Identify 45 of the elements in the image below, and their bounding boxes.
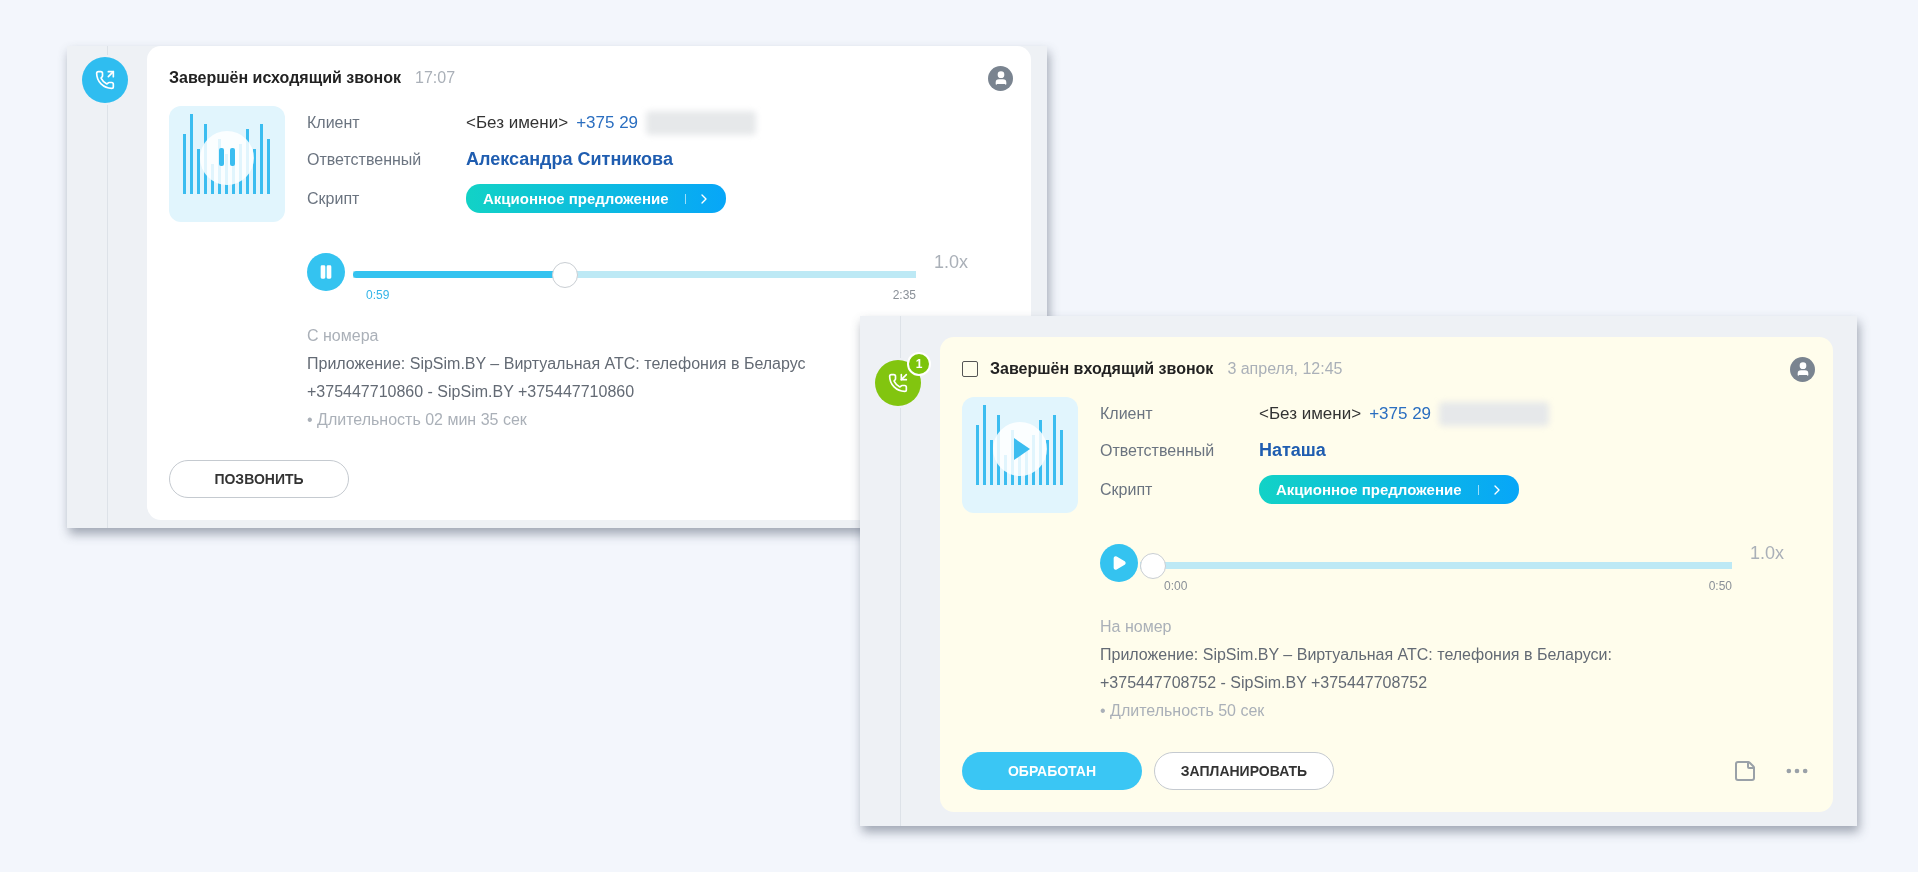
total-time: 2:35	[892, 288, 916, 302]
current-time: 0:00	[1164, 579, 1188, 593]
slider-thumb[interactable]	[551, 262, 578, 288]
audio-thumbnail[interactable]	[169, 106, 285, 222]
field-label: Клиент	[307, 113, 361, 133]
info-label: На номер	[1100, 617, 1173, 637]
info-label: С номера	[307, 326, 380, 346]
field-label: Ответственный	[307, 150, 423, 170]
field-label: Скрипт	[307, 189, 361, 209]
field-label: Скрипт	[1100, 480, 1154, 500]
call-title: Завершён исходящий звонок	[169, 69, 402, 87]
call-time: 17:07	[415, 69, 456, 87]
phone-icon	[888, 373, 908, 393]
phone-link[interactable]: +375 29	[576, 112, 639, 133]
responsible-link[interactable]: Александра Ситникова	[466, 149, 1009, 170]
slider-thumb[interactable]	[1140, 553, 1166, 579]
info-text: +375447710860 - SipSim.BY +375447710860	[307, 382, 635, 402]
pause-icon	[318, 264, 334, 280]
responsible-link[interactable]: Наташа	[1259, 440, 1811, 461]
outline-button[interactable]: ПОЗВОНИТЬ	[169, 460, 349, 498]
field-label: Ответственный	[1100, 441, 1216, 461]
play-icon	[1111, 555, 1127, 571]
phone-icon	[95, 70, 115, 90]
checkbox[interactable]	[962, 361, 978, 377]
count-badge: 1	[907, 352, 931, 376]
current-time: 0:59	[366, 288, 390, 302]
total-time: 0:50	[1708, 579, 1732, 593]
duration-text: • Длительность 50 сек	[1100, 701, 1266, 721]
call-time: 3 апреля, 12:45	[1227, 360, 1343, 378]
call-title: Завершён входящий звонок	[990, 360, 1214, 378]
phone-link[interactable]: +375 29	[1369, 403, 1432, 424]
user-icon[interactable]	[988, 65, 1013, 91]
client-name: <Без имени>	[1259, 403, 1362, 424]
audio-thumbnail[interactable]	[962, 397, 1078, 513]
note-icon[interactable]	[1733, 759, 1757, 783]
play-button[interactable]	[1100, 544, 1138, 582]
user-icon[interactable]	[1790, 356, 1815, 382]
pause-button[interactable]	[307, 253, 345, 291]
outline-button[interactable]: ЗАПЛАНИРОВАТЬ	[1154, 752, 1334, 790]
client-name: <Без имени>	[466, 112, 569, 133]
info-text: Приложение: SipSim.BY – Виртуальная АТС: телефония в Беларуси:	[1100, 645, 1612, 665]
info-text: +375447708752 - SipSim.BY +375447708752	[1100, 673, 1428, 693]
info-text: Приложение: SipSim.BY – Виртуальная АТС: телефония в Беларус	[307, 354, 806, 374]
duration-text: • Длительность 02 мин 35 сек	[307, 410, 528, 430]
field-label: Клиент	[1100, 404, 1154, 424]
